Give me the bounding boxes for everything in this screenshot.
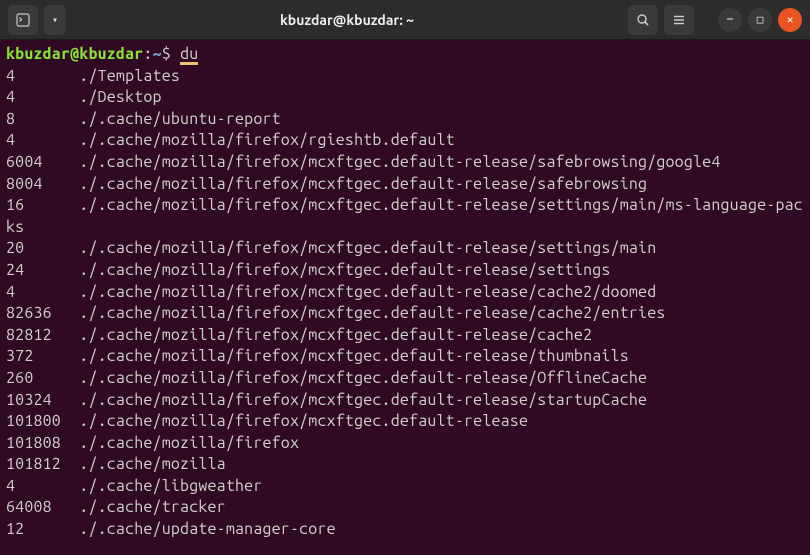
chevron-down-icon: ▾ <box>52 14 58 26</box>
terminal-output: 4 ./Templates4 ./Desktop8 ./.cache/ubunt… <box>6 66 804 541</box>
output-row: 8 ./.cache/ubuntu-report <box>6 109 804 131</box>
output-row: 10324 ./.cache/mozilla/firefox/mcxftgec.… <box>6 390 804 412</box>
prompt-separator: : <box>143 45 152 63</box>
titlebar: ▾ kbuzdar@kbuzdar: ~ ─ □ ✕ <box>0 0 810 40</box>
output-row: 8004 ./.cache/mozilla/firefox/mcxftgec.d… <box>6 174 804 196</box>
output-row: 372 ./.cache/mozilla/firefox/mcxftgec.de… <box>6 346 804 368</box>
prompt-path: ~ <box>153 45 162 63</box>
output-row: 20 ./.cache/mozilla/firefox/mcxftgec.def… <box>6 238 804 260</box>
new-tab-button[interactable] <box>8 5 38 35</box>
output-row: 260 ./.cache/mozilla/firefox/mcxftgec.de… <box>6 368 804 390</box>
output-row: 4 ./.cache/mozilla/firefox/rgieshtb.defa… <box>6 130 804 152</box>
tab-overflow-button[interactable]: ▾ <box>44 5 66 35</box>
output-row: 4 ./.cache/libgweather <box>6 476 804 498</box>
window-title: kbuzdar@kbuzdar: ~ <box>66 12 628 28</box>
close-button[interactable]: ✕ <box>778 8 802 32</box>
hamburger-icon <box>672 13 686 27</box>
command-text: du <box>180 47 198 65</box>
output-row: 101800 ./.cache/mozilla/firefox/mcxftgec… <box>6 411 804 433</box>
prompt-symbol: $ <box>162 45 171 63</box>
output-row: 16 ./.cache/mozilla/firefox/mcxftgec.def… <box>6 195 804 238</box>
output-row: 24 ./.cache/mozilla/firefox/mcxftgec.def… <box>6 260 804 282</box>
output-row: 4 ./.cache/mozilla/firefox/mcxftgec.defa… <box>6 282 804 304</box>
output-row: 4 ./Templates <box>6 66 804 88</box>
maximize-icon: □ <box>757 13 764 26</box>
output-row: 82636 ./.cache/mozilla/firefox/mcxftgec.… <box>6 303 804 325</box>
terminal-icon <box>16 13 30 27</box>
prompt-user-host: kbuzdar@kbuzdar <box>6 45 143 63</box>
output-row: 64008 ./.cache/tracker <box>6 497 804 519</box>
minimize-icon: ─ <box>727 14 733 26</box>
output-row: 82812 ./.cache/mozilla/firefox/mcxftgec.… <box>6 325 804 347</box>
maximize-button[interactable]: □ <box>748 8 772 32</box>
minimize-button[interactable]: ─ <box>718 8 742 32</box>
terminal-area[interactable]: kbuzdar@kbuzdar:~$ du 4 ./Templates4 ./D… <box>0 40 810 545</box>
titlebar-left: ▾ <box>8 5 66 35</box>
titlebar-right: ─ □ ✕ <box>628 5 802 35</box>
output-row: 101808 ./.cache/mozilla/firefox <box>6 433 804 455</box>
search-button[interactable] <box>628 5 658 35</box>
output-row: 6004 ./.cache/mozilla/firefox/mcxftgec.d… <box>6 152 804 174</box>
prompt-line: kbuzdar@kbuzdar:~$ du <box>6 44 804 66</box>
menu-button[interactable] <box>664 5 694 35</box>
close-icon: ✕ <box>787 13 794 26</box>
search-icon <box>636 13 650 27</box>
output-row: 101812 ./.cache/mozilla <box>6 454 804 476</box>
output-row: 12 ./.cache/update-manager-core <box>6 519 804 541</box>
output-row: 4 ./Desktop <box>6 87 804 109</box>
